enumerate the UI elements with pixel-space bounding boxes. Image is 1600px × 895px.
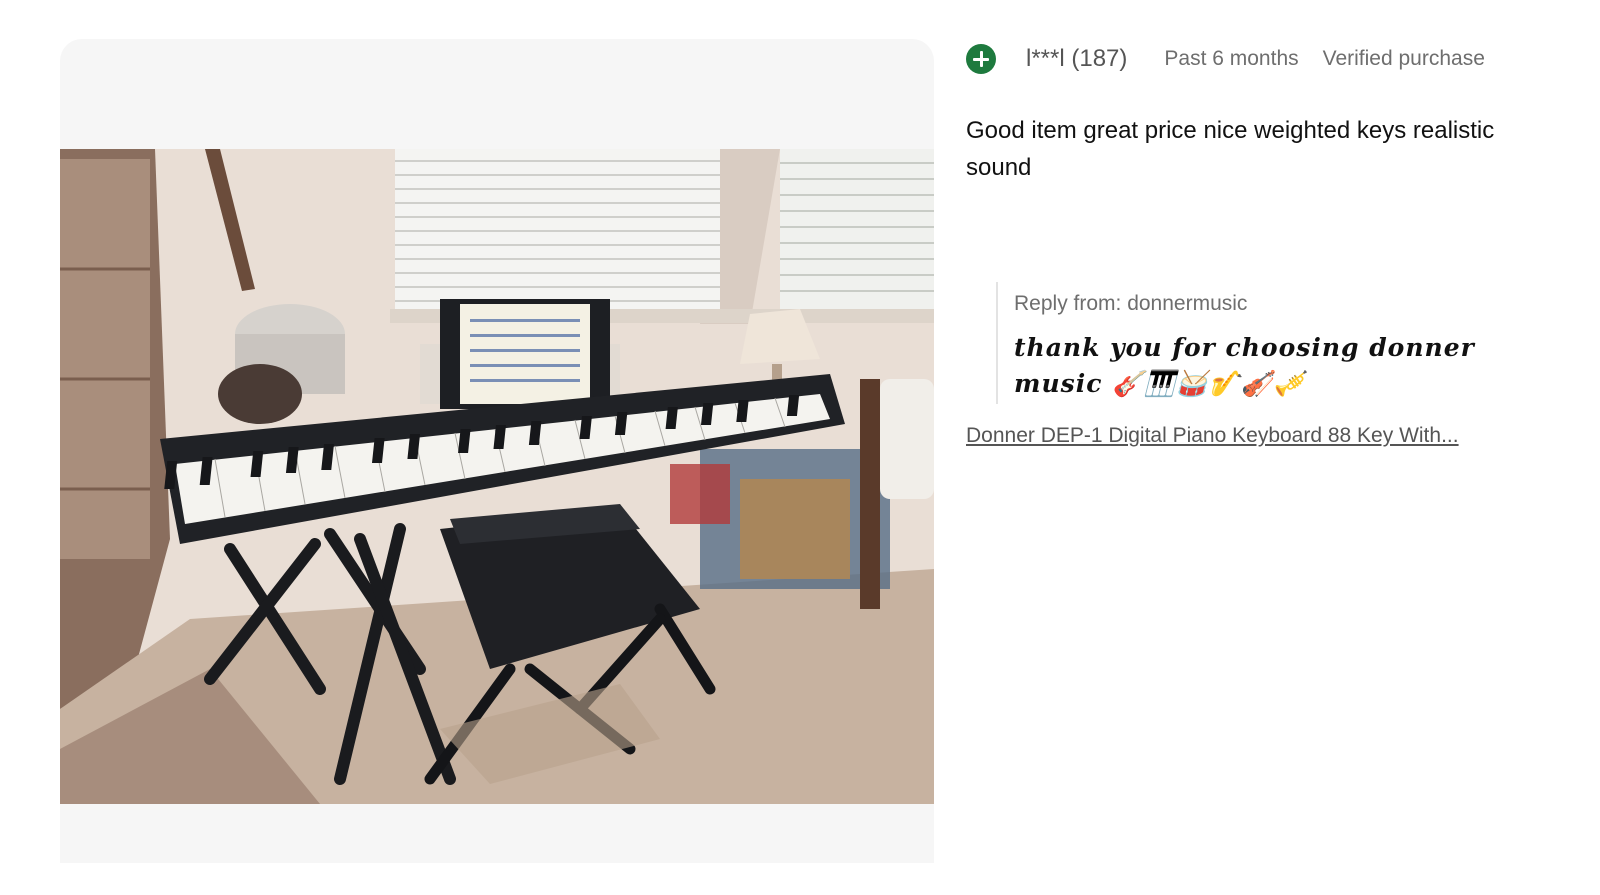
review-page: l***l (187) Past 6 months Verified purch… [0, 0, 1600, 895]
reply-from-label: Reply from: donnermusic [1014, 292, 1248, 315]
review-text: Good item great price nice weighted keys… [966, 117, 1495, 181]
product-link[interactable]: Donner DEP-1 Digital Piano Keyboard 88 K… [966, 424, 1491, 448]
verified-purchase-label: Verified purchase [1322, 47, 1485, 70]
seller-reply: Reply from: donnermusic thank you for ch… [996, 282, 1516, 404]
review: l***l (187) Past 6 months Verified purch… [966, 40, 1576, 448]
reply-text: thank you for choosing donner music 🎸🎹🥁🎷… [1014, 333, 1475, 398]
review-photo[interactable] [60, 149, 934, 804]
photo-panel [60, 39, 934, 863]
reviewer-name[interactable]: l***l (187) [1026, 45, 1127, 73]
plus-circle-icon [966, 44, 996, 74]
review-date: Past 6 months [1164, 47, 1299, 70]
review-meta: l***l (187) Past 6 months Verified purch… [966, 40, 1576, 78]
